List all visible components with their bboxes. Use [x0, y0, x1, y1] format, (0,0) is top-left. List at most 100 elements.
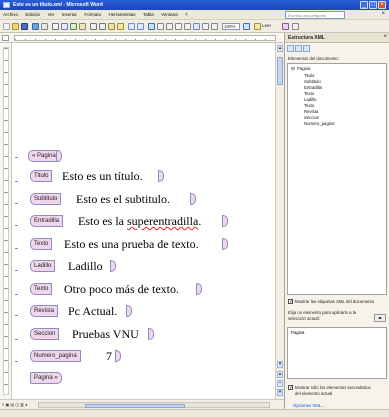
- element-listbox[interactable]: Pagina: [287, 327, 387, 379]
- only-children-checkbox[interactable]: ✓: [288, 385, 293, 391]
- spelling-error-mark[interactable]: superentradilla: [127, 214, 198, 228]
- menu-tabla[interactable]: Tabla: [140, 10, 157, 17]
- texto-text[interactable]: Esto es una prueba de texto.: [64, 237, 199, 251]
- previous-page-icon[interactable]: ▴: [277, 371, 283, 378]
- revista-text[interactable]: Pc Actual.: [68, 304, 117, 318]
- subtitulo-text[interactable]: Esto es el subtitulo.: [76, 192, 170, 206]
- hyperlink-icon[interactable]: [148, 23, 155, 30]
- toolbar-options-icon[interactable]: [292, 23, 299, 30]
- print-icon[interactable]: [52, 23, 59, 30]
- close-button[interactable]: ×: [378, 1, 386, 9]
- zoom-select[interactable]: 100%: [222, 23, 240, 30]
- entradilla-text[interactable]: Esto es la superentradilla.: [78, 214, 201, 228]
- tree-root-item[interactable]: Pagina: [297, 66, 310, 71]
- scroll-down-icon[interactable]: ▾: [277, 361, 283, 368]
- xml-tag-subtitulo-open[interactable]: Subtitulo: [30, 193, 62, 205]
- document-map-icon[interactable]: [202, 23, 209, 30]
- format-painter-icon[interactable]: [117, 23, 124, 30]
- insert-table-icon[interactable]: [166, 23, 173, 30]
- research-icon[interactable]: [79, 23, 86, 30]
- tree-expand-icon[interactable]: ⊟: [291, 66, 295, 72]
- redo-icon[interactable]: [137, 23, 144, 30]
- browse-object-icon[interactable]: •: [277, 380, 283, 387]
- xml-tag-ladillo-open[interactable]: Ladillo: [30, 260, 56, 272]
- seccion-text[interactable]: Pruebas VNU: [72, 327, 139, 341]
- cut-icon[interactable]: [90, 23, 97, 30]
- list-item[interactable]: Pagina: [291, 330, 304, 335]
- pane-close-icon[interactable]: ×: [383, 34, 387, 40]
- view-buttons[interactable]: ≡ ▣ ▤ ◫ ▥ ◂: [2, 402, 27, 407]
- tree-item[interactable]: Texto: [304, 103, 314, 108]
- tree-item[interactable]: Numero_pagina: [304, 121, 335, 126]
- print-preview-icon[interactable]: [61, 23, 68, 30]
- xml-tag-texto-close[interactable]: [196, 283, 202, 295]
- show-hide-icon[interactable]: [211, 23, 218, 30]
- xml-tag-seccion-open[interactable]: Seccion: [30, 328, 60, 340]
- ruler-scale[interactable]: [14, 35, 276, 41]
- tree-item[interactable]: Revista: [304, 109, 318, 114]
- menu-insertar[interactable]: Insertar: [59, 10, 80, 17]
- drawing-icon[interactable]: [193, 23, 200, 30]
- xml-tag-texto-open[interactable]: Texto: [30, 238, 53, 250]
- menu-archivo[interactable]: Archivo: [0, 10, 21, 17]
- hscroll-track[interactable]: [38, 402, 270, 408]
- xml-tag-numero-pagina-close[interactable]: [115, 350, 121, 362]
- xml-tag-titulo-close[interactable]: [158, 170, 164, 182]
- insert-excel-icon[interactable]: [175, 23, 182, 30]
- menu-edicion[interactable]: Edición: [22, 10, 43, 17]
- permission-icon[interactable]: [32, 23, 39, 30]
- hscroll-thumb[interactable]: [85, 404, 185, 408]
- tree-item[interactable]: Subtitulo: [304, 79, 321, 84]
- menu-ver[interactable]: Ver: [45, 10, 58, 17]
- styles-icon[interactable]: [282, 23, 289, 30]
- xml-tag-pagina-open[interactable]: « Pagina: [28, 150, 60, 162]
- paste-icon[interactable]: [108, 23, 115, 30]
- new-document-icon[interactable]: [3, 23, 10, 30]
- xml-tag-texto-open[interactable]: Texto: [30, 283, 53, 295]
- tree-item[interactable]: Titulo: [304, 73, 314, 78]
- horizontal-scrollbar[interactable]: ≡ ▣ ▤ ◫ ▥ ◂: [0, 399, 284, 409]
- read-button[interactable]: Leer: [262, 23, 271, 28]
- show-tags-checkbox[interactable]: ✓: [288, 299, 293, 305]
- xml-tag-subtitulo-close[interactable]: [190, 193, 196, 205]
- xml-tag-revista-open[interactable]: Revista: [30, 305, 59, 317]
- tree-item[interactable]: Texto: [304, 91, 314, 96]
- list-options-button[interactable]: ◂▸: [374, 314, 386, 322]
- vertical-scrollbar[interactable]: ▴ ▾ ▴ • ▾: [275, 43, 284, 399]
- columns-icon[interactable]: [184, 23, 191, 30]
- read-icon[interactable]: [254, 23, 261, 30]
- titulo-text[interactable]: Esto es un título.: [62, 169, 143, 183]
- xml-tag-pagina-close[interactable]: Pagina »: [30, 372, 62, 384]
- email-icon[interactable]: [41, 23, 48, 30]
- open-folder-icon[interactable]: [12, 23, 19, 30]
- document-close-icon[interactable]: ×: [381, 11, 385, 17]
- maximize-button[interactable]: □: [369, 1, 377, 9]
- vertical-ruler-scale[interactable]: [3, 47, 9, 395]
- xml-tag-seccion-close[interactable]: [148, 328, 154, 340]
- ladillo-text[interactable]: Ladillo: [68, 259, 103, 273]
- menu-ventana[interactable]: Ventana: [158, 10, 181, 17]
- back-icon[interactable]: [287, 45, 294, 52]
- xml-tag-texto-close[interactable]: [222, 238, 228, 250]
- xml-tag-titulo-open[interactable]: Titulo: [30, 170, 53, 182]
- document-area[interactable]: « Pagina Titulo Esto es un título. Subti…: [12, 43, 275, 399]
- home-icon[interactable]: [303, 45, 310, 52]
- minimize-button[interactable]: _: [360, 1, 368, 9]
- spelling-icon[interactable]: [70, 23, 77, 30]
- element-tree[interactable]: ⊟ Pagina Titulo Subtitulo Entradilla Tex…: [287, 63, 387, 295]
- menu-formato[interactable]: Formato: [81, 10, 104, 17]
- forward-icon[interactable]: [295, 45, 302, 52]
- texto-text-2[interactable]: Otro poco más de texto.: [64, 282, 179, 296]
- numero-pagina-text[interactable]: 7: [106, 349, 112, 363]
- scroll-up-icon[interactable]: ▴: [277, 45, 283, 52]
- save-icon[interactable]: [21, 23, 28, 30]
- menu-herramientas[interactable]: Herramientas: [106, 10, 139, 17]
- tab-selector[interactable]: [2, 35, 9, 41]
- tables-borders-icon[interactable]: [157, 23, 164, 30]
- xml-tag-entradilla-open[interactable]: Entradilla: [30, 215, 64, 227]
- copy-icon[interactable]: [99, 23, 106, 30]
- help-icon[interactable]: [243, 23, 250, 30]
- menu-help[interactable]: ?: [182, 10, 191, 17]
- tree-item[interactable]: Entradilla: [304, 85, 322, 90]
- scroll-thumb[interactable]: [277, 57, 283, 85]
